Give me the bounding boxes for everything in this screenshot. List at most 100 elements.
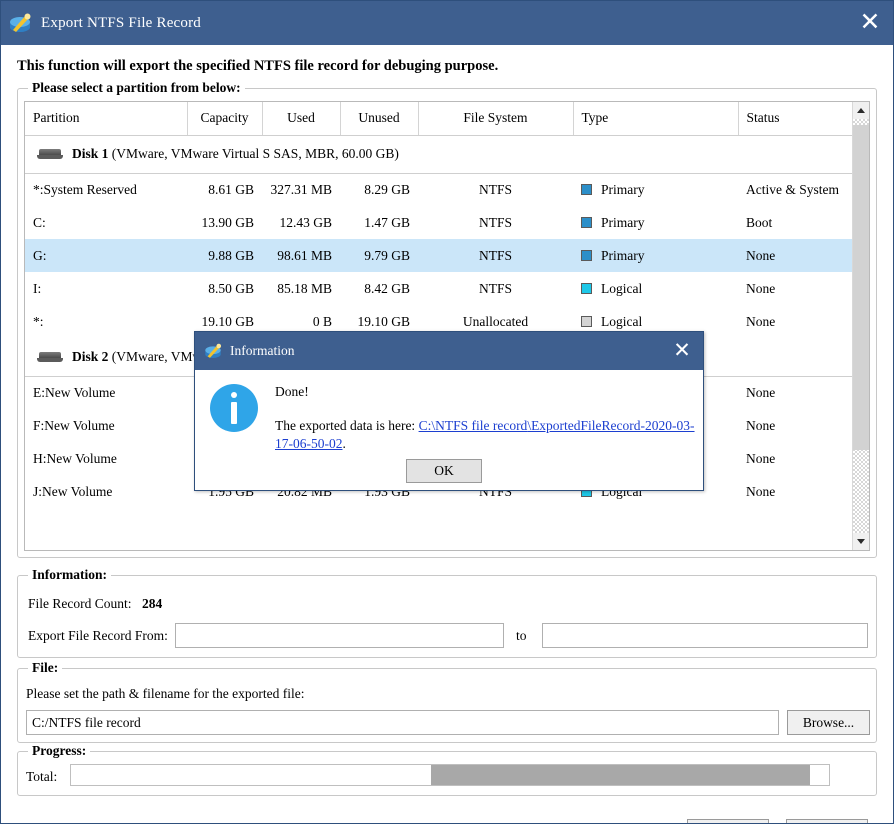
- cell-type: Primary: [573, 239, 738, 272]
- cell-partition: H:New Volume: [25, 442, 187, 475]
- exported-file-link-line1[interactable]: C:\NTFS file record: [419, 418, 528, 433]
- partition-wizard-icon: [7, 10, 33, 36]
- partition-type-color-swatch: [581, 250, 592, 261]
- partition-type-label: Primary: [601, 215, 645, 230]
- partition-row[interactable]: C:13.90 GB12.43 GB1.47 GBNTFSPrimaryBoot: [25, 206, 853, 239]
- column-header-capacity[interactable]: Capacity: [187, 102, 262, 135]
- cell-partition: *:System Reserved: [25, 173, 187, 206]
- partition-type-color-swatch: [581, 184, 592, 195]
- cell-type: Primary: [573, 173, 738, 206]
- cell-used: 12.43 GB: [262, 206, 340, 239]
- cell-status: None: [738, 442, 853, 475]
- information-group: Information: File Record Count: 284 Expo…: [17, 575, 877, 658]
- disk-name: Disk 2: [72, 349, 108, 364]
- file-record-count-value: 284: [142, 596, 162, 612]
- browse-button[interactable]: Browse...: [787, 710, 870, 735]
- info-circle-icon: [210, 384, 258, 432]
- window-title: Export NTFS File Record: [41, 15, 201, 32]
- dialog-message-suffix: .: [343, 436, 346, 451]
- cell-status: None: [738, 376, 853, 409]
- dialog-message: The exported data is here: C:\NTFS file …: [275, 417, 695, 453]
- partition-type-color-swatch: [581, 217, 592, 228]
- cell-unused: 9.79 GB: [340, 239, 418, 272]
- disk-icon: [37, 352, 63, 363]
- disk-name: Disk 1: [72, 146, 108, 161]
- cell-status: None: [738, 239, 853, 272]
- export-to-input[interactable]: [542, 623, 868, 648]
- progress-bar-fill: [431, 765, 810, 785]
- column-header-partition[interactable]: Partition: [25, 102, 187, 135]
- cell-partition: J:New Volume: [25, 475, 187, 508]
- cell-capacity: 8.50 GB: [187, 272, 262, 305]
- cell-type: Primary: [573, 206, 738, 239]
- partition-group-legend: Please select a partition from below:: [28, 80, 245, 96]
- partition-row[interactable]: G:9.88 GB98.61 MB9.79 GBNTFS Primary None: [25, 239, 853, 272]
- cell-partition: G:: [25, 239, 187, 272]
- cell-status: None: [738, 272, 853, 305]
- cell-status: None: [738, 305, 853, 338]
- cell-unused: 1.47 GB: [340, 206, 418, 239]
- cell-partition: F:New Volume: [25, 409, 187, 442]
- partition-type-color-swatch: [581, 283, 592, 294]
- cell-capacity: 13.90 GB: [187, 206, 262, 239]
- column-header-status[interactable]: Status: [738, 102, 853, 135]
- cell-file-system: NTFS: [418, 239, 573, 272]
- cell-file-system: NTFS: [418, 272, 573, 305]
- export-from-label: Export File Record From:: [28, 628, 168, 644]
- export-ntfs-file-record-window: Export NTFS File Record ✕ This function …: [0, 0, 894, 824]
- cell-used: 85.18 MB: [262, 272, 340, 305]
- file-record-count-label: File Record Count:: [28, 596, 132, 612]
- cell-file-system: NTFS: [418, 173, 573, 206]
- progress-group: Progress: Total:: [17, 751, 877, 796]
- dialog-title: Information: [230, 343, 294, 359]
- cell-capacity: 9.88 GB: [187, 239, 262, 272]
- partition-type-label: Primary: [601, 182, 645, 197]
- cell-used: 327.31 MB: [262, 173, 340, 206]
- partition-wizard-icon: [203, 341, 223, 361]
- disk-description: (VMware, VMware Virtual S SAS, MBR, 60.0…: [112, 146, 399, 161]
- dialog-close-icon[interactable]: ✕: [671, 340, 693, 362]
- intro-text: This function will export the specified …: [17, 58, 498, 75]
- window-titlebar: Export NTFS File Record ✕: [1, 1, 894, 45]
- dialog-titlebar: Information ✕: [195, 332, 703, 370]
- partition-table-scrollbar[interactable]: [852, 102, 869, 550]
- column-header-used[interactable]: Used: [262, 102, 340, 135]
- cell-partition: I:: [25, 272, 187, 305]
- cell-partition: C:: [25, 206, 187, 239]
- progress-group-legend: Progress:: [28, 743, 90, 759]
- cell-status: None: [738, 475, 853, 508]
- disk-header-cell: Disk 1 (VMware, VMware Virtual S SAS, MB…: [25, 135, 853, 173]
- to-label: to: [516, 628, 527, 644]
- information-group-legend: Information:: [28, 567, 111, 583]
- cell-partition: E:New Volume: [25, 376, 187, 409]
- column-header-file-system[interactable]: File System: [418, 102, 573, 135]
- scroll-up-icon[interactable]: [853, 102, 870, 119]
- scrollbar-thumb[interactable]: [853, 125, 870, 450]
- cell-type: Logical: [573, 272, 738, 305]
- cell-status: Active & System: [738, 173, 853, 206]
- cell-unused: 8.29 GB: [340, 173, 418, 206]
- scroll-down-icon[interactable]: [853, 533, 870, 550]
- column-header-unused[interactable]: Unused: [340, 102, 418, 135]
- start-button[interactable]: Start: [687, 819, 769, 824]
- partition-type-label: Primary: [601, 248, 645, 263]
- partition-row[interactable]: *:System Reserved8.61 GB327.31 MB8.29 GB…: [25, 173, 853, 206]
- file-path-input[interactable]: [26, 710, 779, 735]
- close-icon[interactable]: ✕: [857, 10, 883, 36]
- cell-used: 98.61 MB: [262, 239, 340, 272]
- disk-icon: [37, 149, 63, 160]
- file-group-legend: File:: [28, 660, 62, 676]
- partition-row[interactable]: I:8.50 GB85.18 MB8.42 GBNTFSLogicalNone: [25, 272, 853, 305]
- progress-bar: [70, 764, 830, 786]
- scrollbar-track[interactable]: [853, 119, 870, 533]
- partition-type-label: Logical: [601, 281, 642, 296]
- information-dialog: Information ✕ Done! The exported data is…: [194, 331, 704, 491]
- cell-partition: *:: [25, 305, 187, 338]
- column-header-type[interactable]: Type: [573, 102, 738, 135]
- cancel-button[interactable]: Cancel: [786, 819, 868, 824]
- cell-status: None: [738, 409, 853, 442]
- disk-header-row[interactable]: Disk 1 (VMware, VMware Virtual S SAS, MB…: [25, 135, 853, 173]
- dialog-message-prefix: The exported data is here:: [275, 418, 419, 433]
- ok-button[interactable]: OK: [406, 459, 482, 483]
- export-from-input[interactable]: [175, 623, 504, 648]
